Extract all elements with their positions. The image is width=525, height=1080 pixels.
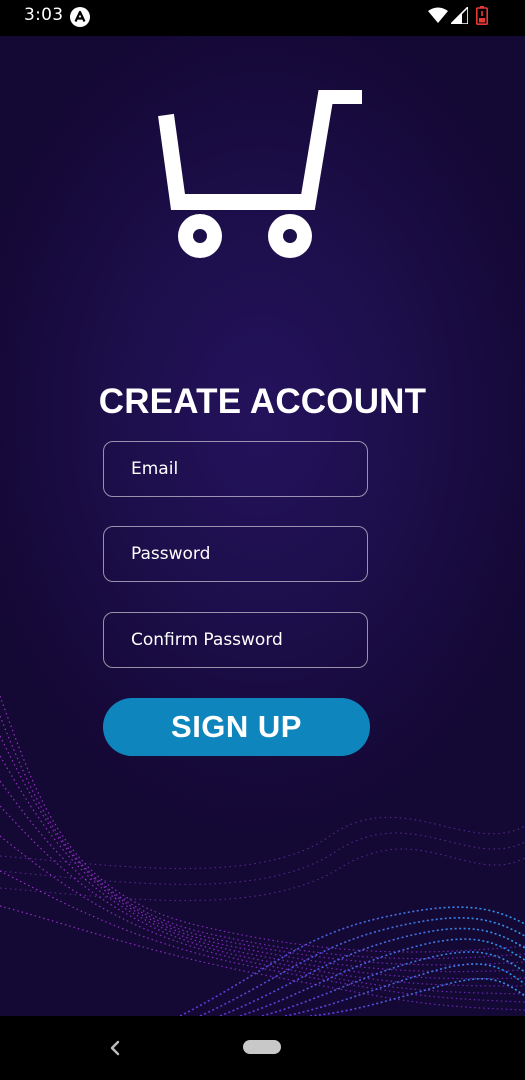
password-field[interactable] bbox=[103, 526, 368, 582]
signup-button[interactable]: SIGN UP bbox=[103, 698, 370, 756]
shopping-cart-icon bbox=[158, 90, 362, 258]
wifi-icon bbox=[428, 7, 448, 23]
page-title: CREATE ACCOUNT bbox=[98, 382, 427, 421]
screen: 3:03 CREATE ACCOUNT Email SIGN UP bbox=[0, 0, 525, 1080]
password-input[interactable] bbox=[104, 527, 367, 581]
email-input[interactable] bbox=[104, 442, 367, 496]
confirm-password-input[interactable] bbox=[104, 613, 367, 667]
navigation-bar bbox=[0, 1016, 525, 1080]
status-time: 3:03 bbox=[24, 5, 64, 25]
app-notification-icon bbox=[70, 7, 90, 27]
home-button[interactable] bbox=[243, 1040, 281, 1054]
status-bar: 3:03 bbox=[0, 0, 525, 36]
back-icon[interactable] bbox=[107, 1038, 123, 1058]
signup-screen: CREATE ACCOUNT SIGN UP bbox=[0, 36, 525, 1016]
email-field[interactable] bbox=[103, 441, 368, 497]
battery-icon bbox=[476, 6, 488, 25]
confirm-password-field[interactable] bbox=[103, 612, 368, 668]
signal-icon bbox=[451, 7, 468, 24]
